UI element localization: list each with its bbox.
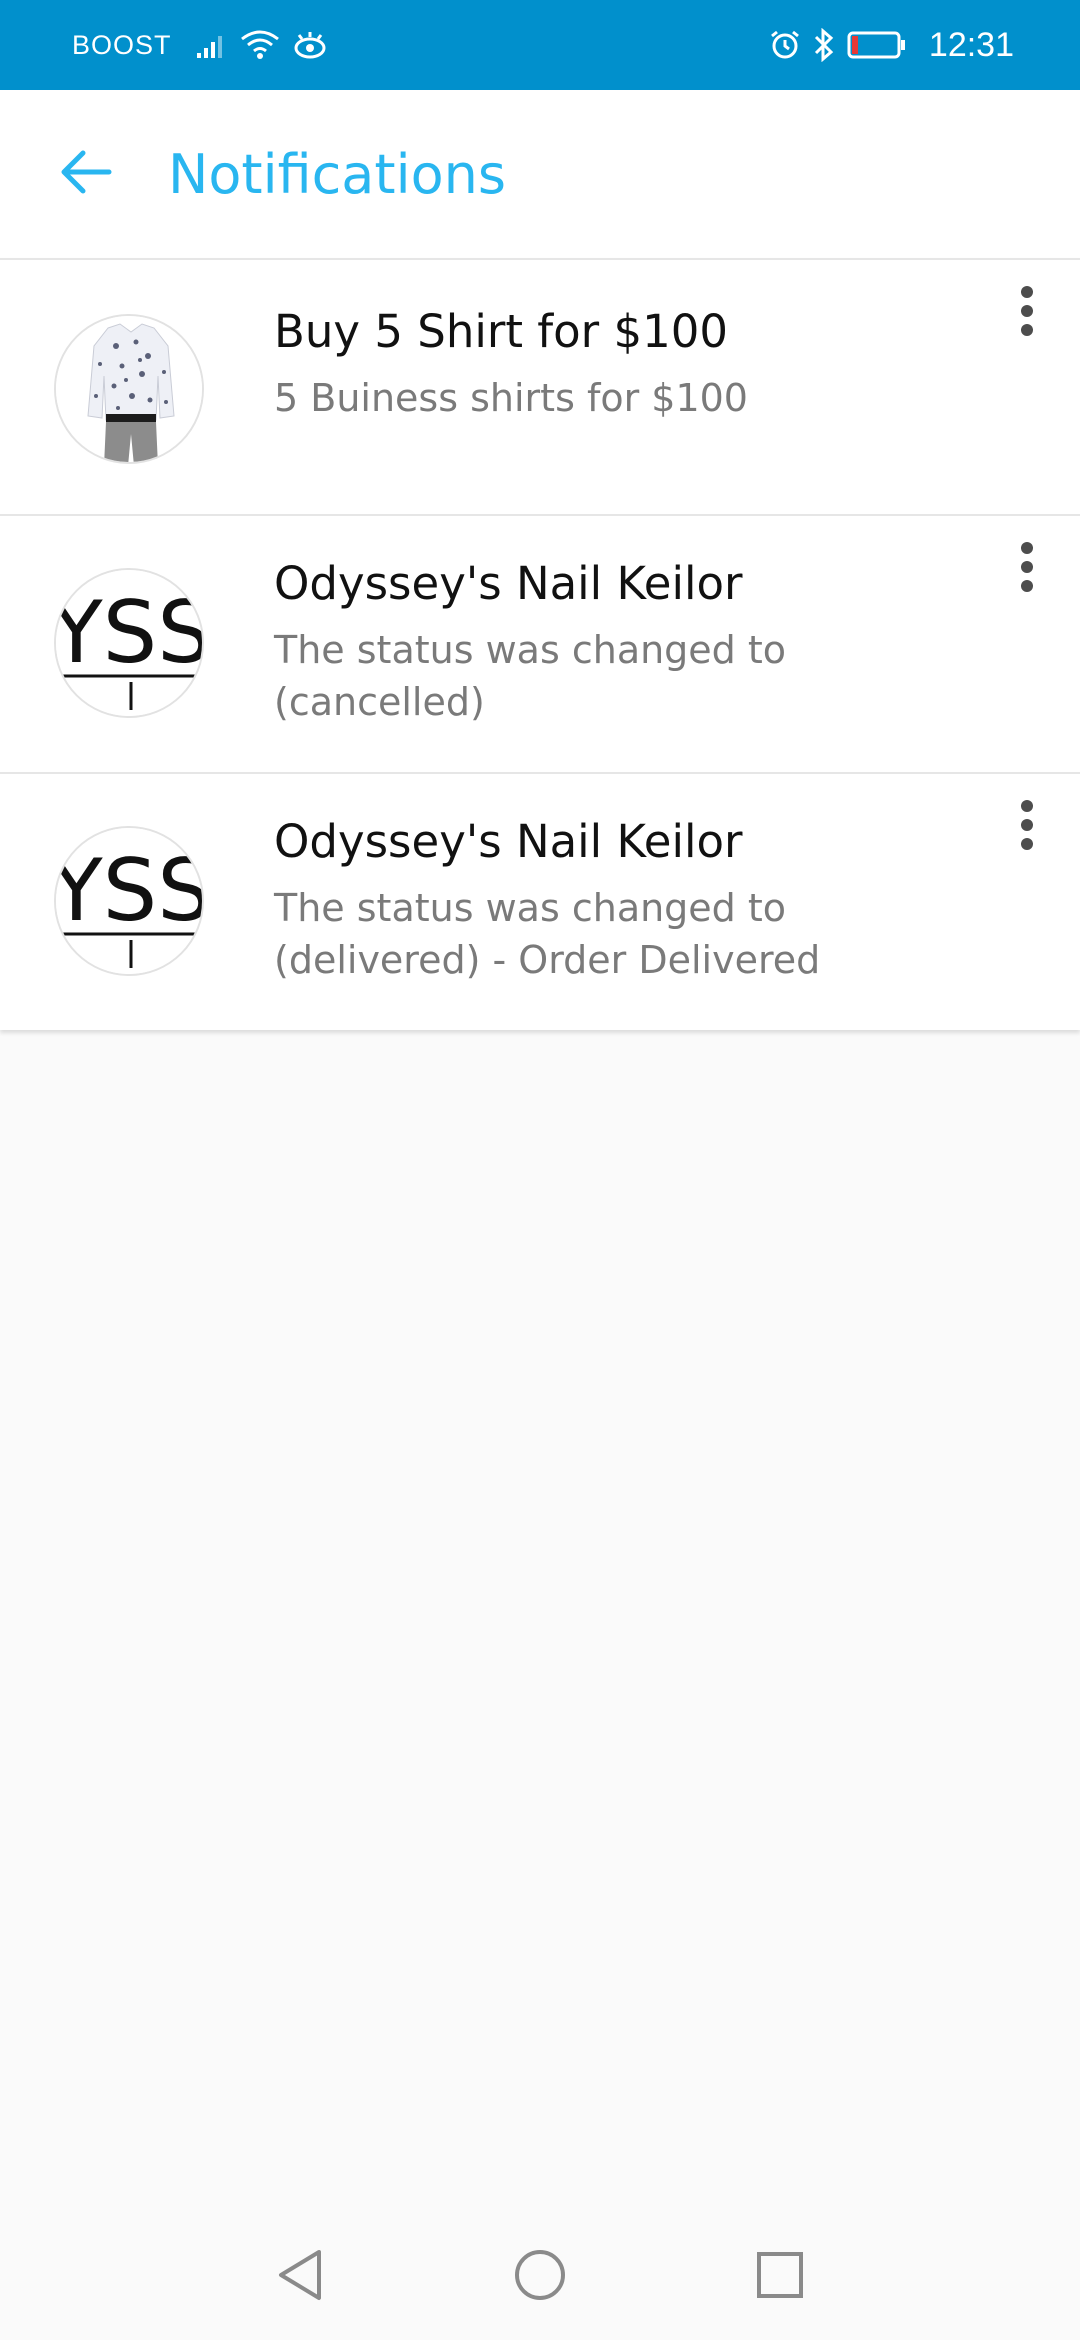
notification-card[interactable]: YSS Odyssey's Nail Keilor The status was… [0, 514, 1080, 772]
alarm-icon [769, 29, 801, 61]
status-time: 12:31 [928, 25, 1014, 64]
store-logo-image: YSS [54, 568, 204, 718]
notification-body: 5 Buiness shirts for $100 [274, 376, 748, 420]
more-options-button[interactable] [994, 280, 1060, 346]
status-bar: BOOST 12:31 [0, 0, 1080, 90]
signal-icon [196, 31, 228, 59]
arrow-back-icon [57, 148, 113, 200]
notification-body: The status was changed to (delivered) - … [274, 886, 821, 982]
notification-content: Buy 5 Shirt for $100 5 Buiness shirts fo… [274, 300, 960, 424]
store-logo-image: YSS [54, 826, 204, 976]
bluetooth-icon [813, 28, 835, 62]
page-title: Notifications [168, 142, 506, 206]
svg-text:YSS: YSS [56, 583, 204, 683]
notification-list: Buy 5 Shirt for $100 5 Buiness shirts fo… [0, 258, 1080, 1030]
notification-card[interactable]: Buy 5 Shirt for $100 5 Buiness shirts fo… [0, 258, 1080, 514]
more-options-button[interactable] [994, 794, 1060, 860]
notification-content: Odyssey's Nail Keilor The status was cha… [274, 552, 960, 728]
nav-home-button[interactable] [510, 2247, 570, 2307]
recents-square-icon [755, 2250, 805, 2304]
more-vert-icon [1019, 285, 1035, 341]
shirt-product-image [54, 314, 204, 464]
battery-icon [847, 30, 907, 60]
back-triangle-icon [275, 2248, 325, 2306]
notification-card[interactable]: YSS Odyssey's Nail Keilor The status was… [0, 772, 1080, 1030]
more-options-button[interactable] [994, 536, 1060, 602]
notification-content: Odyssey's Nail Keilor The status was cha… [274, 810, 960, 986]
wifi-icon [240, 29, 280, 61]
app-bar: Notifications [0, 90, 1080, 258]
nav-back-button[interactable] [270, 2247, 330, 2307]
more-vert-icon [1019, 799, 1035, 855]
back-button[interactable] [30, 119, 140, 229]
notification-title: Odyssey's Nail Keilor [274, 557, 743, 610]
eye-icon [292, 30, 328, 60]
system-nav-bar [0, 2214, 1080, 2340]
notification-body: The status was changed to (cancelled) [274, 628, 787, 724]
nav-recents-button[interactable] [750, 2247, 810, 2307]
notification-title: Buy 5 Shirt for $100 [274, 305, 728, 358]
notification-title: Odyssey's Nail Keilor [274, 815, 743, 868]
carrier-name: BOOST [72, 29, 172, 60]
more-vert-icon [1019, 541, 1035, 597]
svg-text:YSS: YSS [56, 841, 204, 941]
home-circle-icon [513, 2248, 567, 2306]
